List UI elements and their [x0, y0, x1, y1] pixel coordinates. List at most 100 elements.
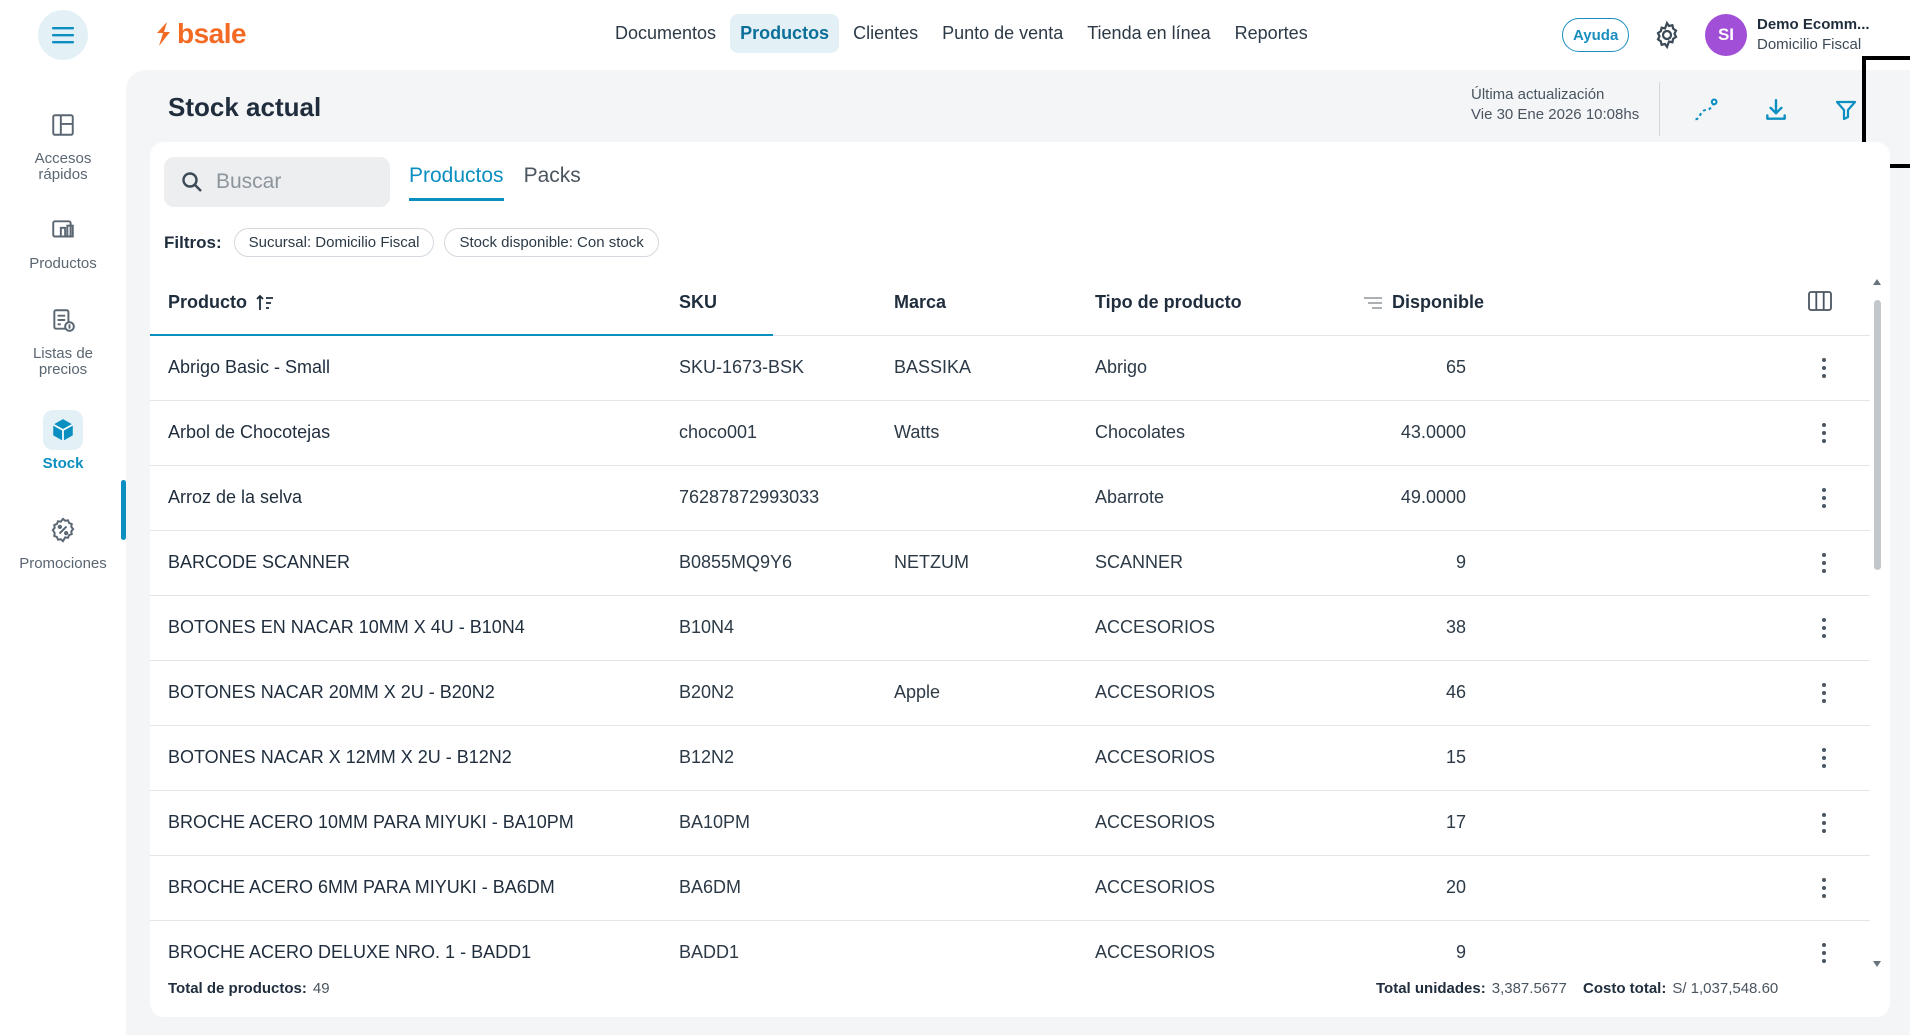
price-list-icon: [53, 309, 75, 332]
row-menu-button[interactable]: [1810, 483, 1838, 513]
nav-documentos[interactable]: Documentos: [605, 14, 726, 53]
column-producto[interactable]: Producto: [168, 292, 275, 313]
column-disponible[interactable]: Disponible: [1362, 292, 1484, 313]
table-row[interactable]: Abrigo Basic - Small SKU-1673-BSK BASSIK…: [150, 336, 1870, 401]
nav-tienda-en-linea[interactable]: Tienda en línea: [1077, 14, 1220, 53]
download-icon: [1766, 99, 1786, 120]
total-unidades-value: 3,387.5677: [1491, 980, 1567, 997]
cell-marca: BASSIKA: [894, 357, 972, 377]
cell-tipo: SCANNER: [1095, 552, 1184, 572]
divider: [1659, 82, 1660, 136]
cell-sku: SKU-1673-BSK: [679, 357, 805, 377]
column-sku[interactable]: SKU: [679, 292, 717, 313]
movements-button[interactable]: [1686, 90, 1726, 130]
sidebar-item-label: Listas de precios: [32, 345, 94, 378]
row-menu-button[interactable]: [1810, 418, 1838, 448]
cell-disponible: 9: [1455, 942, 1466, 962]
stock-card: Productos Packs Filtros: Sucursal: Domic…: [150, 142, 1890, 1017]
scroll-up-icon: [1873, 279, 1881, 285]
row-menu-button[interactable]: [1810, 613, 1838, 643]
column-tipo-de-producto[interactable]: Tipo de producto: [1095, 292, 1242, 313]
cell-producto: BOTONES EN NACAR 10MM X 4U - B10N4: [168, 617, 525, 637]
row-menu-button[interactable]: [1810, 743, 1838, 773]
table-row[interactable]: Arbol de Chocotejas choco001 Watts Choco…: [150, 401, 1870, 466]
nav-reportes[interactable]: Reportes: [1225, 14, 1318, 53]
filter-button[interactable]: [1826, 90, 1866, 130]
nav-productos[interactable]: Productos: [730, 14, 840, 53]
nav-punto-de-venta[interactable]: Punto de venta: [932, 14, 1073, 53]
cell-tipo: Chocolates: [1095, 422, 1186, 442]
cell-tipo: ACCESORIOS: [1095, 682, 1216, 702]
cell-marca: NETZUM: [894, 552, 969, 572]
cell-disponible: 49.0000: [1400, 487, 1466, 507]
filters-label: Filtros:: [164, 232, 222, 252]
cell-marca: Watts: [894, 422, 940, 442]
avatar[interactable]: SI: [1705, 14, 1747, 56]
cell-producto: BOTONES NACAR 20MM X 2U - B20N2: [168, 682, 495, 702]
row-menu-button[interactable]: [1810, 808, 1838, 838]
last-update: Última actualización Vie 30 Ene 2026 10:…: [1471, 86, 1639, 123]
column-marca[interactable]: Marca: [894, 292, 946, 313]
table-row[interactable]: BROCHE ACERO 6MM PARA MIYUKI - BA6DM BA6…: [150, 856, 1870, 921]
layout-icon: [52, 114, 74, 136]
row-menu-button[interactable]: [1810, 938, 1838, 968]
menu-button[interactable]: [38, 10, 88, 60]
route-icon: [1695, 98, 1718, 121]
table-row[interactable]: BARCODE SCANNER B0855MQ9Y6 NETZUM SCANNE…: [150, 531, 1870, 596]
table-row[interactable]: BOTONES EN NACAR 10MM X 4U - B10N4 B10N4…: [150, 596, 1870, 661]
sidebar-item-label: Productos: [29, 255, 97, 272]
download-button[interactable]: [1756, 90, 1796, 130]
row-menu-button[interactable]: [1810, 678, 1838, 708]
products-icon: [52, 220, 74, 238]
sidebar-item-label: Accesos rápidos: [34, 150, 92, 183]
cell-producto: Arroz de la selva: [168, 487, 303, 507]
columns-toggle[interactable]: [1807, 290, 1833, 312]
sidebar-item-label: Promociones: [19, 555, 107, 572]
total-productos-value: 49: [312, 980, 330, 997]
row-menu-button[interactable]: [1810, 548, 1838, 578]
cell-disponible: 15: [1445, 747, 1466, 767]
user-branch: Domicilio Fiscal: [1757, 36, 1862, 53]
table-row[interactable]: BOTONES NACAR X 12MM X 2U - B12N2 B12N2 …: [150, 726, 1870, 791]
cell-tipo: ACCESORIOS: [1095, 812, 1216, 832]
sidebar: Accesos rápidos Productos Listas de prec…: [0, 70, 126, 1035]
cell-disponible: 38: [1445, 617, 1466, 637]
sidebar-item-stock[interactable]: Stock: [0, 410, 126, 472]
search-input[interactable]: [216, 170, 366, 194]
search-box[interactable]: [164, 157, 390, 207]
tab-packs[interactable]: Packs: [524, 164, 581, 201]
nav-clientes[interactable]: Clientes: [843, 14, 928, 53]
column-label: Disponible: [1392, 292, 1485, 312]
sidebar-item-listas-de-precios[interactable]: Listas de precios: [0, 300, 126, 378]
row-menu-button[interactable]: [1810, 353, 1838, 383]
scroll-thumb[interactable]: [1874, 300, 1881, 570]
sidebar-item-productos[interactable]: Productos: [0, 210, 126, 272]
cell-tipo: Abrigo: [1095, 357, 1148, 377]
logo[interactable]: bsale: [153, 18, 247, 50]
table-row[interactable]: BROCHE ACERO 10MM PARA MIYUKI - BA10PM B…: [150, 791, 1870, 856]
total-unidades-label: Total unidades:: [1376, 980, 1486, 997]
user-name[interactable]: Demo Ecomm...: [1757, 16, 1870, 33]
filter-chip-stock[interactable]: Stock disponible: Con stock: [444, 228, 659, 257]
sidebar-item-label: Stock: [42, 455, 84, 472]
sidebar-item-promociones[interactable]: Promociones: [0, 510, 126, 572]
logo-text: bsale: [177, 18, 247, 49]
row-menu-button[interactable]: [1810, 873, 1838, 903]
cell-disponible: 65: [1445, 357, 1466, 377]
sidebar-item-accesos-rapidos[interactable]: Accesos rápidos: [0, 105, 126, 183]
cell-sku: BA6DM: [679, 877, 742, 897]
cell-disponible: 46: [1445, 682, 1466, 702]
gear-icon[interactable]: [1652, 20, 1682, 50]
filter-chip-sucursal[interactable]: Sucursal: Domicilio Fiscal: [233, 228, 435, 257]
table-row[interactable]: BROCHE ACERO DELUXE NRO. 1 - BADD1 BADD1…: [150, 921, 1870, 986]
tab-productos[interactable]: Productos: [409, 164, 504, 201]
cell-tipo: ACCESORIOS: [1095, 942, 1216, 962]
table-scrollbar[interactable]: [1872, 278, 1882, 968]
cell-sku: B10N4: [679, 617, 735, 637]
cell-tipo: ACCESORIOS: [1095, 747, 1216, 767]
help-button[interactable]: Ayuda: [1562, 18, 1630, 52]
cell-sku: B12N2: [679, 747, 735, 767]
table-row[interactable]: Arroz de la selva 76287872993033 Abarrot…: [150, 466, 1870, 531]
cell-sku: B20N2: [679, 682, 735, 702]
table-row[interactable]: BOTONES NACAR 20MM X 2U - B20N2 B20N2 Ap…: [150, 661, 1870, 726]
